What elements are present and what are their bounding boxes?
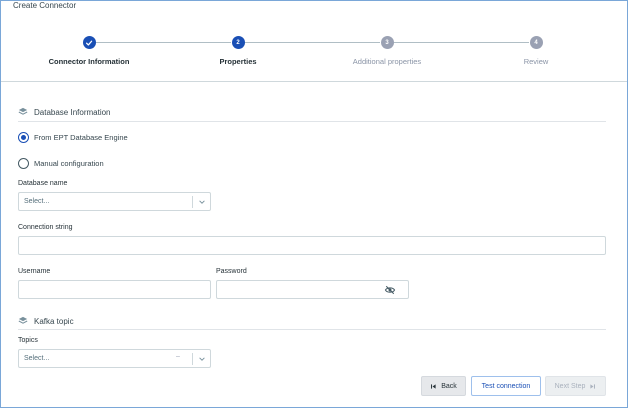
step-1-label: Connector Information xyxy=(48,57,130,66)
username-input[interactable] xyxy=(18,280,211,299)
step-3-circle: 3 xyxy=(380,36,394,49)
eye-off-icon[interactable] xyxy=(384,285,396,295)
back-button[interactable]: Back xyxy=(421,376,466,396)
radio-label: From EPT Database Engine xyxy=(34,133,128,142)
topics-placeholder: Select... xyxy=(24,355,50,362)
layers-icon xyxy=(18,107,28,115)
create-connector-window: Create Connector Connector Information 2… xyxy=(0,0,628,408)
chevron-down-icon[interactable] xyxy=(198,355,206,363)
section-divider xyxy=(18,329,606,330)
step-review[interactable]: 4 Review xyxy=(476,36,596,66)
password-label: Password xyxy=(216,268,247,275)
radio-manual-configuration[interactable]: Manual configuration xyxy=(18,158,104,169)
password-input[interactable] xyxy=(216,280,409,299)
clear-icon[interactable]: – xyxy=(176,353,180,360)
step-additional-properties[interactable]: 3 Additional properties xyxy=(327,36,447,66)
stepper: Connector Information 2 Properties 3 Add… xyxy=(1,29,627,81)
back-button-label: Back xyxy=(441,382,457,390)
topics-select[interactable]: Select... – xyxy=(18,349,211,368)
step-4-label: Review xyxy=(523,57,549,66)
stepper-divider xyxy=(1,81,627,82)
radio-button[interactable] xyxy=(18,158,29,169)
test-connection-label: Test connection xyxy=(481,382,531,390)
step-2-circle: 2 xyxy=(231,36,245,49)
database-name-label: Database name xyxy=(18,180,68,187)
layers-icon xyxy=(18,316,28,324)
section-divider xyxy=(18,121,606,122)
radio-button-checked[interactable] xyxy=(18,132,29,143)
radio-from-ept-database-engine[interactable]: From EPT Database Engine xyxy=(18,132,128,143)
window-title: Create Connector xyxy=(13,1,77,10)
next-step-label: Next Step xyxy=(554,382,586,390)
select-separator xyxy=(192,196,193,208)
select-separator xyxy=(192,353,193,365)
database-name-select[interactable]: Select... xyxy=(18,192,211,211)
test-connection-button[interactable]: Test connection xyxy=(471,376,541,396)
database-name-placeholder: Select... xyxy=(24,198,50,205)
last-page-icon xyxy=(590,383,596,389)
step-properties[interactable]: 2 Properties xyxy=(178,36,298,66)
check-icon xyxy=(85,40,93,46)
first-page-icon xyxy=(431,383,436,389)
chevron-down-icon[interactable] xyxy=(198,198,206,206)
username-label: Username xyxy=(18,268,51,275)
step-1-circle xyxy=(82,36,96,49)
next-step-button[interactable]: Next Step xyxy=(545,376,606,396)
connection-string-label: Connection string xyxy=(18,224,73,231)
topics-label: Topics xyxy=(18,337,38,344)
database-information-heading: Database Information xyxy=(18,107,111,117)
radio-label: Manual configuration xyxy=(34,159,104,168)
step-3-label: Additional properties xyxy=(352,57,422,66)
kafka-topic-heading: Kafka topic xyxy=(18,316,74,326)
step-2-label: Properties xyxy=(219,57,257,66)
kafka-topic-title: Kafka topic xyxy=(34,316,74,326)
step-4-circle: 4 xyxy=(529,36,543,49)
connection-string-input[interactable] xyxy=(18,236,606,255)
step-connector-information[interactable]: Connector Information xyxy=(29,36,149,66)
database-information-title: Database Information xyxy=(34,107,111,117)
